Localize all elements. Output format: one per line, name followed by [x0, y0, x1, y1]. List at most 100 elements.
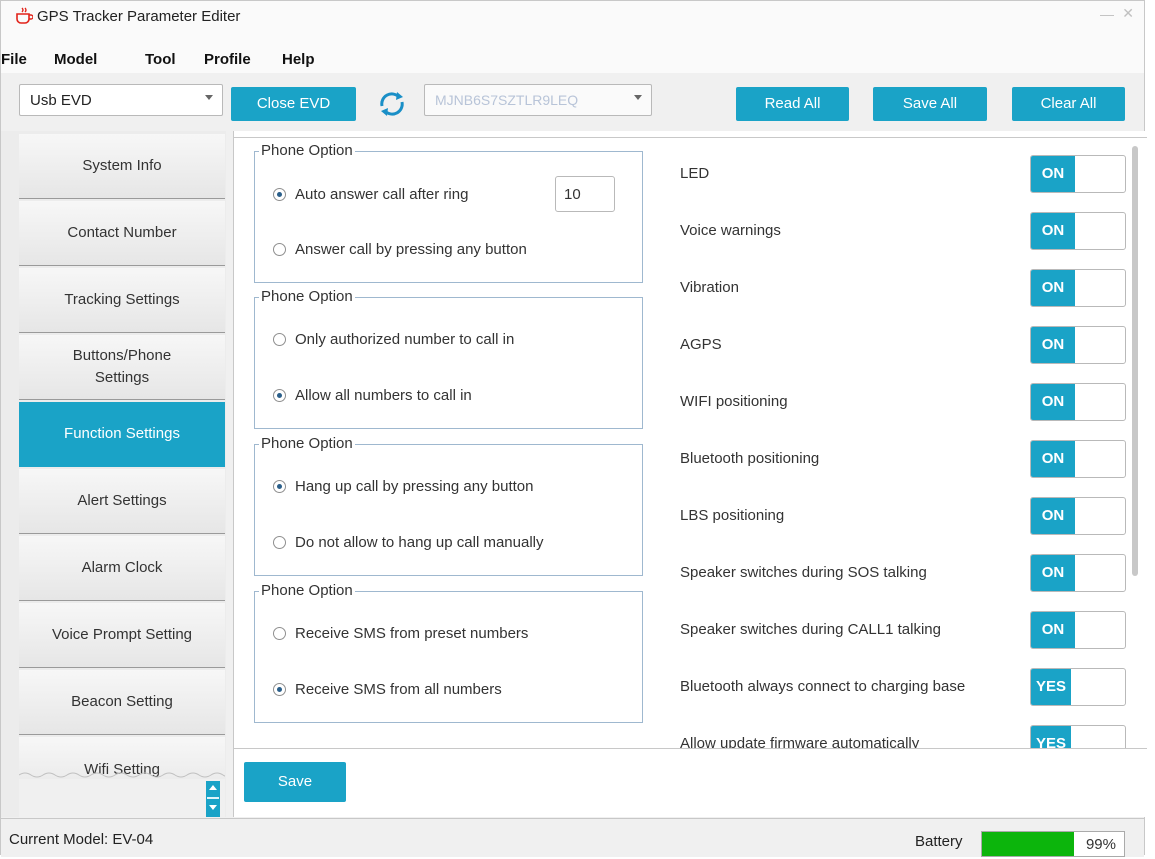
- sidebar-item-system-info[interactable]: System Info: [19, 134, 225, 199]
- current-model-label: Current Model: EV-04: [9, 831, 154, 848]
- toggle-label: Bluetooth always connect to charging bas…: [680, 678, 966, 695]
- toggle-state: YES: [1031, 726, 1071, 748]
- toggle-row-agps: AGPS ON: [680, 326, 1132, 364]
- minimize-button[interactable]: —: [1100, 6, 1114, 22]
- title-bar: GPS Tracker Parameter Editer — ✕: [1, 1, 1144, 33]
- sidebar-item-label: System Info: [82, 157, 162, 174]
- sidebar-item-label: Contact Number: [67, 224, 177, 241]
- toggle-state: YES: [1031, 669, 1071, 705]
- sidebar-item-label: Alert Settings: [77, 492, 167, 509]
- toggle-label: LBS positioning: [680, 507, 785, 524]
- sidebar-item-label: Beacon Setting: [71, 693, 173, 710]
- toggle-row-voice-warnings: Voice warnings ON: [680, 212, 1132, 250]
- menu-tool[interactable]: Tool: [145, 51, 176, 68]
- battery-meter: 99%: [981, 831, 1125, 857]
- sidebar-item-voice-prompt[interactable]: Voice Prompt Setting: [19, 603, 225, 668]
- function-settings-panel: Phone Option Auto answer call after ring…: [233, 131, 1147, 817]
- bluetooth-charging-base-toggle[interactable]: YES: [1030, 668, 1126, 706]
- vibration-toggle[interactable]: ON: [1030, 269, 1126, 307]
- sidebar-item-alert-settings[interactable]: Alert Settings: [19, 469, 225, 534]
- save-button[interactable]: Save: [244, 762, 346, 802]
- wifi-positioning-toggle[interactable]: ON: [1030, 383, 1126, 421]
- sidebar-item-label: Function Settings: [64, 425, 180, 442]
- speaker-sos-toggle[interactable]: ON: [1030, 554, 1126, 592]
- status-bar: Current Model: EV-04 Battery 99%: [1, 818, 1144, 857]
- sidebar-item-beacon-setting[interactable]: Beacon Setting: [19, 670, 225, 735]
- connection-select[interactable]: Usb EVD: [19, 84, 223, 116]
- sidebar-scroll-buttons[interactable]: [206, 781, 220, 817]
- radio-auto-answer[interactable]: Auto answer call after ring: [273, 186, 468, 203]
- toggle-state: ON: [1031, 441, 1075, 477]
- toggle-label: WIFI positioning: [680, 393, 788, 410]
- radio-answer-by-button[interactable]: Answer call by pressing any button: [273, 241, 527, 258]
- torn-edge-divider: [19, 772, 225, 778]
- radio-authorized-only[interactable]: Only authorized number to call in: [273, 331, 514, 348]
- toggle-row-lbs-positioning: LBS positioning ON: [680, 497, 1132, 535]
- radio-allow-all[interactable]: Allow all numbers to call in: [273, 387, 472, 404]
- radio-button[interactable]: [273, 683, 286, 696]
- sidebar-item-buttons-phone[interactable]: Buttons/Phone Settings: [19, 335, 225, 400]
- close-window-button[interactable]: ✕: [1122, 5, 1134, 22]
- radio-sms-all[interactable]: Receive SMS from all numbers: [273, 681, 502, 698]
- chevron-down-icon: [634, 95, 642, 100]
- read-all-button[interactable]: Read All: [736, 87, 849, 121]
- auto-firmware-update-toggle[interactable]: YES: [1030, 725, 1126, 748]
- scroll-up-icon[interactable]: [209, 785, 217, 790]
- sidebar-item-function-settings[interactable]: Function Settings: [19, 402, 225, 467]
- connection-value: Usb EVD: [30, 92, 92, 109]
- phone-option-group-incoming: Phone Option Only authorized number to c…: [254, 288, 643, 429]
- radio-no-manual-hangup[interactable]: Do not allow to hang up call manually: [273, 534, 543, 551]
- led-toggle[interactable]: ON: [1030, 155, 1126, 193]
- scroll-down-icon[interactable]: [209, 805, 217, 810]
- radio-label: Receive SMS from preset numbers: [295, 625, 529, 642]
- radio-button[interactable]: [273, 188, 286, 201]
- sidebar-item-contact-number[interactable]: Contact Number: [19, 201, 225, 266]
- menu-bar: File Model Tool Profile Help: [1, 33, 1144, 73]
- save-all-button[interactable]: Save All: [873, 87, 987, 121]
- sidebar-item-alarm-clock[interactable]: Alarm Clock: [19, 536, 225, 601]
- toggle-label: LED: [680, 165, 710, 182]
- radio-sms-preset[interactable]: Receive SMS from preset numbers: [273, 625, 528, 642]
- sidebar-item-label: Voice Prompt Setting: [51, 626, 193, 643]
- radio-button[interactable]: [273, 627, 286, 640]
- toggle-label: Voice warnings: [680, 222, 781, 239]
- radio-button[interactable]: [273, 333, 286, 346]
- toggle-state: ON: [1031, 156, 1075, 192]
- menu-model[interactable]: Model: [54, 51, 97, 68]
- menu-file[interactable]: File: [1, 51, 27, 68]
- phone-option-group-hangup: Phone Option Hang up call by pressing an…: [254, 435, 643, 576]
- refresh-icon[interactable]: [375, 88, 409, 120]
- sidebar-item-label: Tracking Settings: [64, 291, 180, 308]
- radio-label: Hang up call by pressing any button: [295, 478, 534, 495]
- close-evd-button[interactable]: Close EVD: [231, 87, 356, 121]
- ring-count-input[interactable]: [555, 176, 615, 212]
- bluetooth-positioning-toggle[interactable]: ON: [1030, 440, 1126, 478]
- menu-help[interactable]: Help: [282, 51, 315, 68]
- voice-warnings-toggle[interactable]: ON: [1030, 212, 1126, 250]
- radio-button[interactable]: [273, 243, 286, 256]
- device-id-value: MJNB6S7SZTLR9LEQ: [435, 92, 579, 108]
- radio-label: Answer call by pressing any button: [295, 241, 527, 258]
- radio-button[interactable]: [273, 480, 286, 493]
- toggle-state: ON: [1031, 213, 1075, 249]
- toggle-label: Allow update firmware automatically: [680, 735, 920, 749]
- app-window: GPS Tracker Parameter Editer — ✕ File Mo…: [0, 0, 1147, 857]
- battery-label: Battery: [915, 833, 963, 850]
- agps-toggle[interactable]: ON: [1030, 326, 1126, 364]
- sidebar-item-label: Alarm Clock: [81, 559, 163, 576]
- sidebar-item-tracking-settings[interactable]: Tracking Settings: [19, 268, 225, 333]
- content-scrollbar-thumb[interactable]: [1132, 146, 1138, 576]
- speaker-call1-toggle[interactable]: ON: [1030, 611, 1126, 649]
- radio-hangup-any-button[interactable]: Hang up call by pressing any button: [273, 478, 533, 495]
- radio-button[interactable]: [273, 536, 286, 549]
- radio-button[interactable]: [273, 389, 286, 402]
- lbs-positioning-toggle[interactable]: ON: [1030, 497, 1126, 535]
- toggle-row-vibration: Vibration ON: [680, 269, 1132, 307]
- clear-all-button[interactable]: Clear All: [1012, 87, 1125, 121]
- menu-profile[interactable]: Profile: [204, 51, 251, 68]
- toggle-row-auto-firmware-update: Allow update firmware automatically YES: [680, 725, 1132, 749]
- battery-percent: 99%: [1085, 836, 1116, 853]
- device-select[interactable]: MJNB6S7SZTLR9LEQ: [424, 84, 652, 116]
- toggle-state: ON: [1031, 327, 1075, 363]
- settings-content: Phone Option Auto answer call after ring…: [234, 137, 1147, 749]
